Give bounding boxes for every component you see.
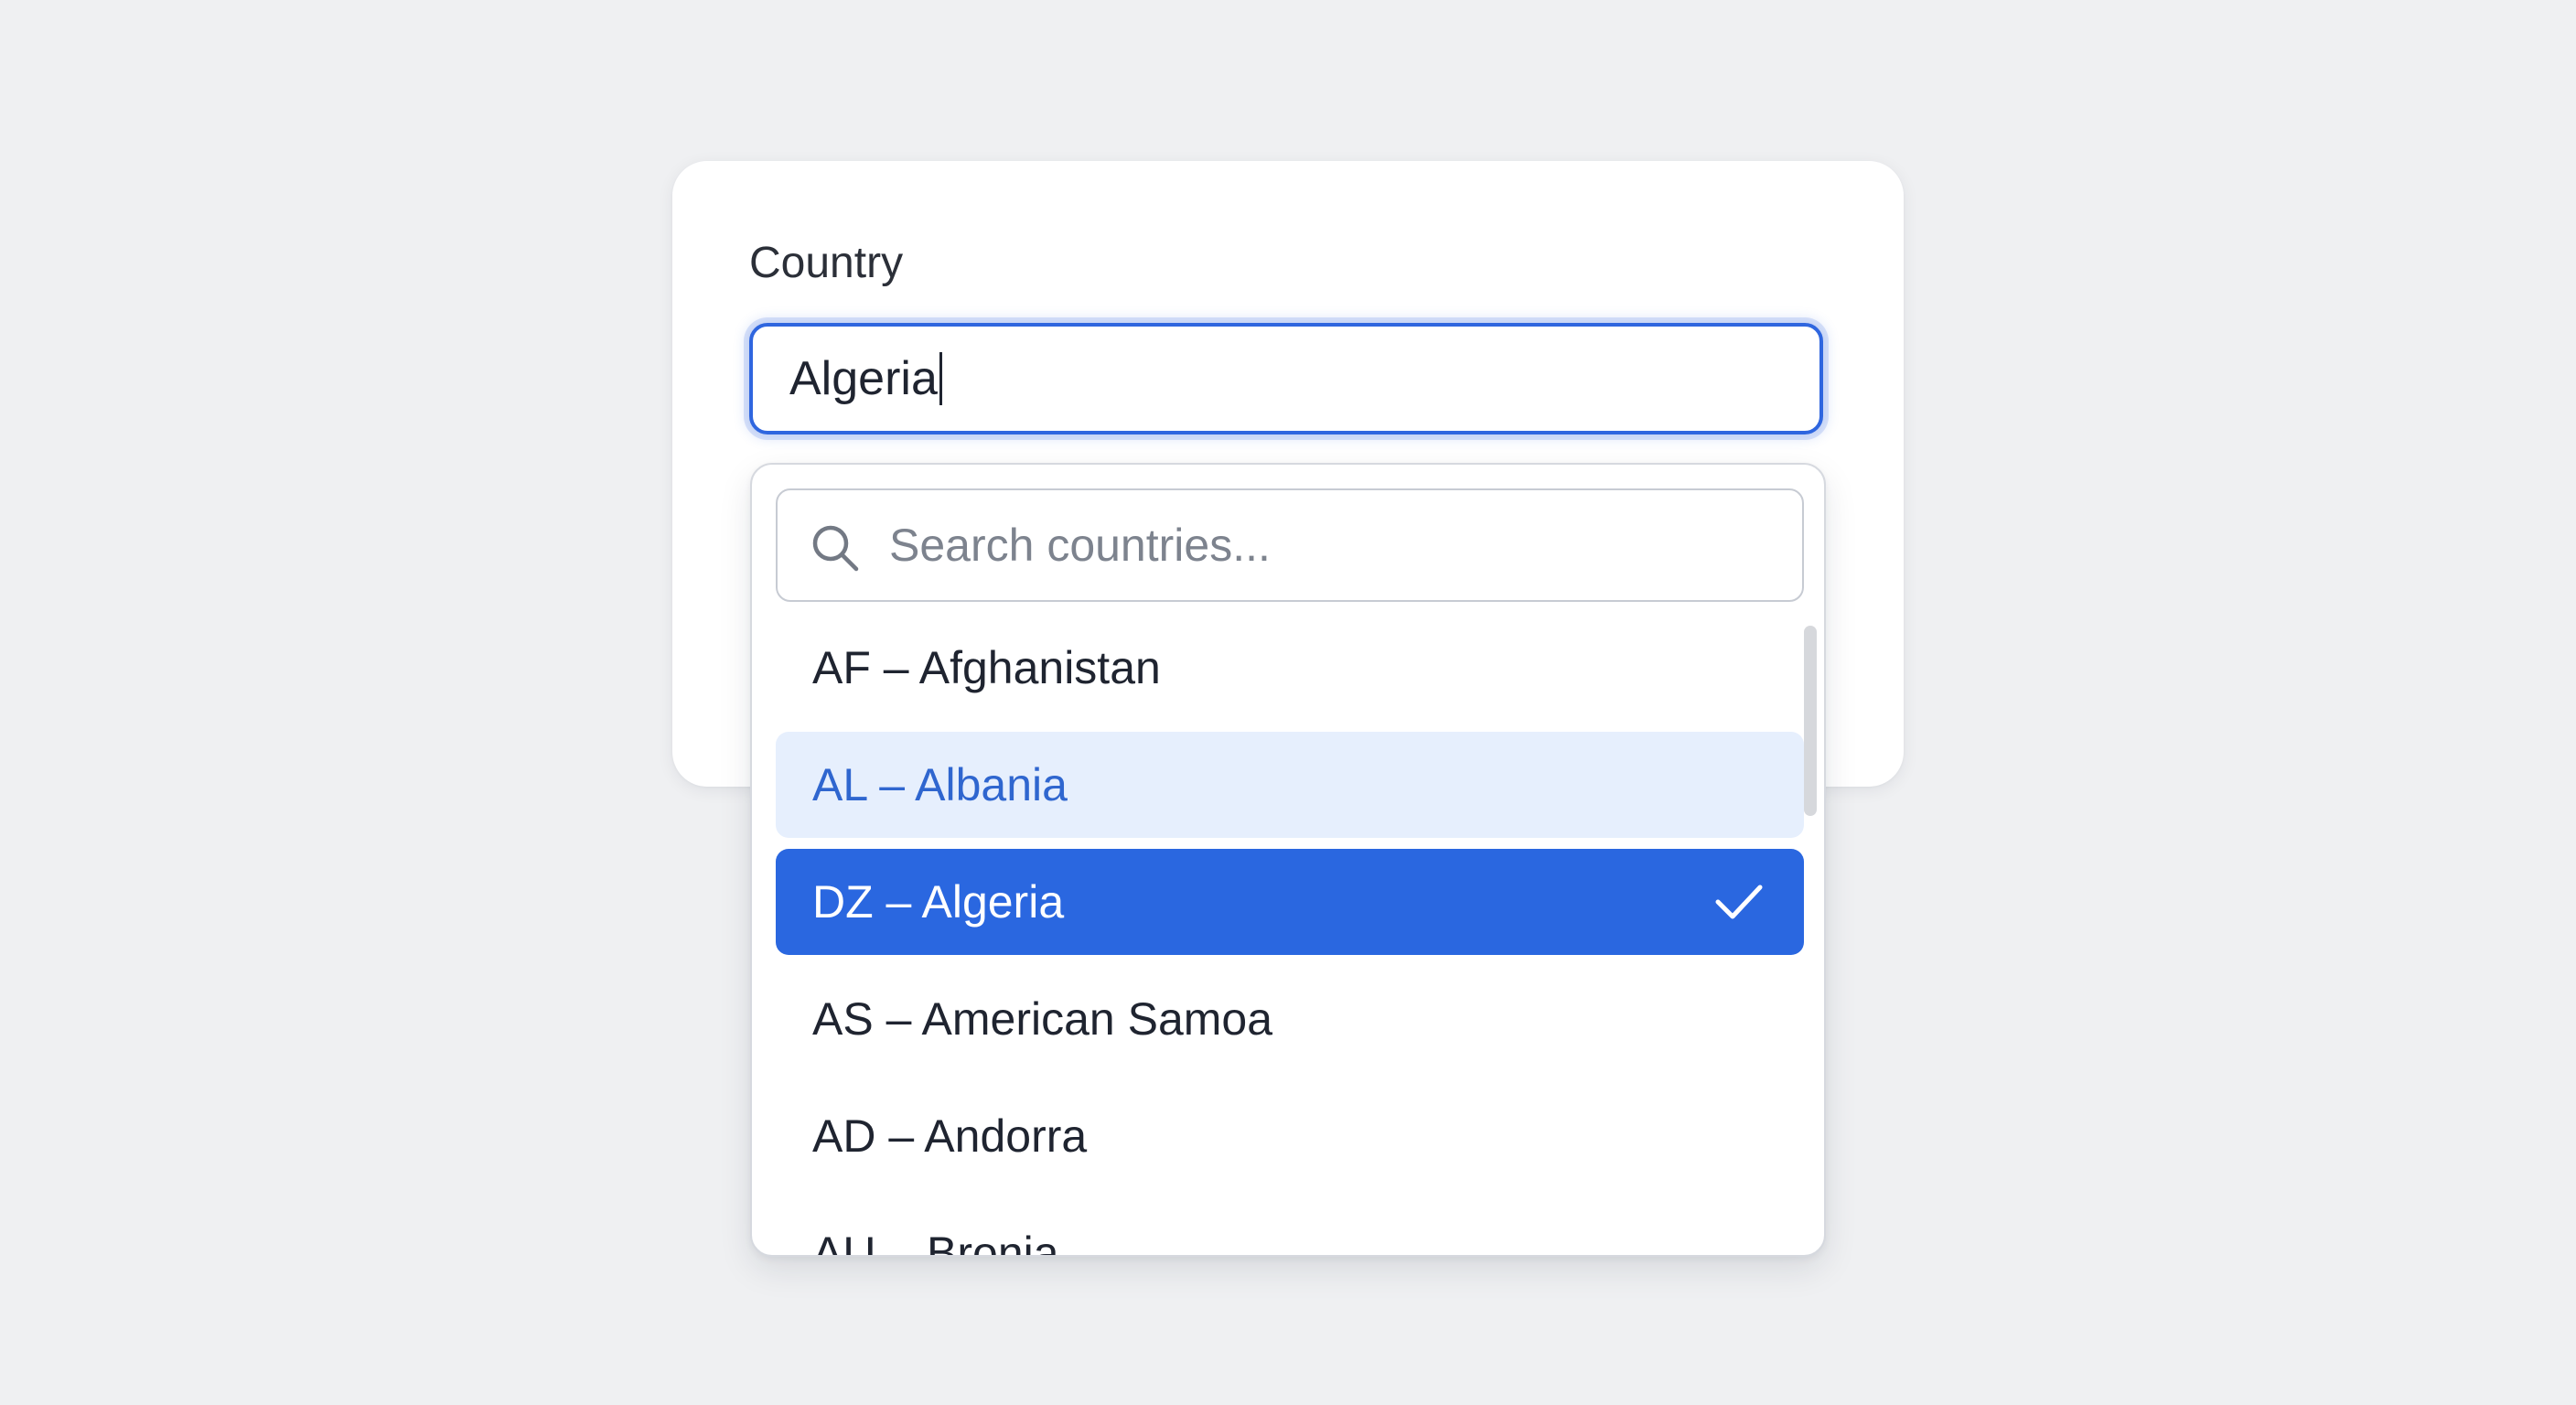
country-search-input[interactable]: Search countries... (776, 488, 1804, 602)
country-select-input[interactable]: Algeria (749, 323, 1823, 434)
option-dz[interactable]: DZ – Algeria (776, 849, 1804, 955)
option-label: AL – Albania (812, 759, 1068, 810)
country-label: Country (749, 239, 904, 287)
dropdown-scrollbar[interactable] (1804, 626, 1817, 816)
country-input-value[interactable]: Algeria (789, 327, 942, 431)
check-icon (1715, 885, 1763, 919)
search-icon (812, 525, 859, 572)
option-al[interactable]: AL – Albania (776, 732, 1804, 838)
option-au[interactable]: AU – Bronia (776, 1200, 1804, 1257)
option-af[interactable]: AF – Afghanistan (776, 615, 1804, 721)
option-label: AF – Afghanistan (812, 642, 1161, 693)
option-label: AU – Bronia (812, 1228, 1059, 1257)
option-label: AD – Andorra (812, 1110, 1088, 1162)
option-as[interactable]: AS – American Samoa (776, 966, 1804, 1072)
text-caret (939, 352, 942, 406)
country-options-list: AF – Afghanistan AL – Albania DZ – Alger… (776, 615, 1804, 1257)
country-input-text: Algeria (789, 352, 938, 405)
option-ad[interactable]: AD – Andorra (776, 1083, 1804, 1189)
country-dropdown: Search countries... AF – Afghanistan AL … (750, 463, 1826, 1257)
option-label: AS – American Samoa (812, 993, 1273, 1045)
search-placeholder: Search countries... (889, 520, 1271, 571)
option-label: DZ – Algeria (812, 876, 1065, 928)
